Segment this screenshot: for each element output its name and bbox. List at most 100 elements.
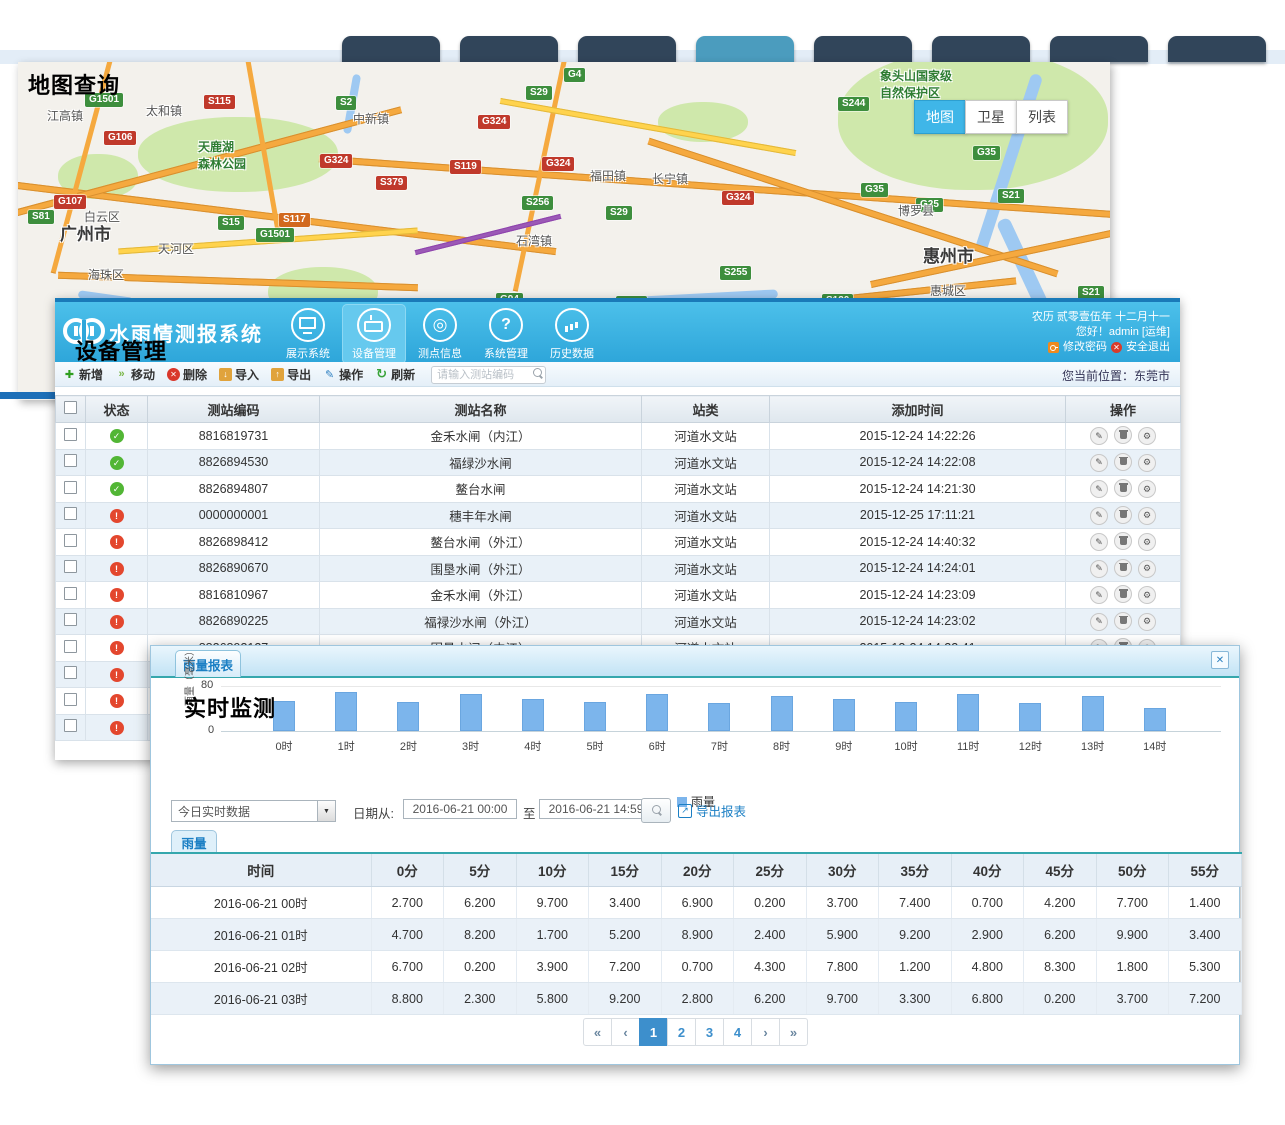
name-cell: 福绿沙水闸 — [320, 449, 642, 476]
added-cell: 2015-12-25 17:11:21 — [770, 502, 1066, 529]
value-cell: 7.400 — [879, 887, 952, 919]
row-checkbox[interactable] — [64, 693, 77, 706]
x-tick-label: 14时 — [1143, 738, 1166, 754]
row-checkbox[interactable] — [64, 666, 77, 679]
toolbar-button-移动[interactable]: »移动 — [115, 366, 155, 383]
operations-cell: ✎⚙ — [1066, 582, 1181, 609]
row-checkbox[interactable] — [64, 428, 77, 441]
delete-icon: ✕ — [167, 368, 180, 381]
background-tab — [696, 36, 794, 62]
date-to-input[interactable] — [539, 799, 653, 819]
map-type-button[interactable]: 列表 — [1016, 100, 1068, 134]
status-error-icon: ! — [110, 562, 124, 576]
user-info: 农历 贰零壹伍年 十二月十一 您好！admin [运维] 修改密码 ✕ 安全退出 — [1032, 310, 1170, 355]
select-all-checkbox[interactable] — [64, 401, 77, 414]
row-checkbox[interactable] — [64, 587, 77, 600]
edit-icon[interactable]: ✎ — [1090, 454, 1108, 472]
range-select[interactable]: 今日实时数据 ▼ — [171, 800, 336, 822]
operate-icon: ✎ — [323, 368, 336, 381]
row-checkbox[interactable] — [64, 507, 77, 520]
edit-icon[interactable]: ✎ — [1090, 507, 1108, 525]
toolbar-button-导入[interactable]: ↓导入 — [219, 366, 259, 383]
edit-icon[interactable]: ✎ — [1090, 586, 1108, 604]
added-cell: 2015-12-24 14:23:09 — [770, 582, 1066, 609]
delete-icon[interactable] — [1114, 506, 1132, 524]
map-type-button[interactable]: 地图 — [914, 100, 966, 134]
nav-item-系统管理[interactable]: ?系统管理 — [474, 304, 538, 364]
settings-icon[interactable]: ⚙ — [1138, 454, 1156, 472]
settings-icon[interactable]: ⚙ — [1138, 586, 1156, 604]
delete-icon[interactable] — [1114, 453, 1132, 471]
pagination-arrow[interactable]: » — [779, 1018, 808, 1046]
tab-rainfall[interactable]: 雨量 — [171, 830, 217, 853]
edit-icon[interactable]: ✎ — [1090, 427, 1108, 445]
row-checkbox[interactable] — [64, 481, 77, 494]
type-cell: 河道水文站 — [642, 423, 770, 450]
pagination-arrow[interactable]: › — [751, 1018, 780, 1046]
delete-icon[interactable] — [1114, 612, 1132, 630]
toolbar-button-导出[interactable]: ↑导出 — [271, 366, 311, 383]
status-error-icon: ! — [110, 615, 124, 629]
settings-icon[interactable]: ⚙ — [1138, 613, 1156, 631]
pagination-page-4[interactable]: 4 — [723, 1018, 752, 1046]
road-shield: S115 — [204, 95, 235, 109]
row-checkbox[interactable] — [64, 454, 77, 467]
edit-icon[interactable]: ✎ — [1090, 533, 1108, 551]
toolbar-button-刷新[interactable]: ↻刷新 — [375, 366, 415, 383]
pagination-page-2[interactable]: 2 — [667, 1018, 696, 1046]
query-button[interactable] — [641, 798, 671, 823]
x-tick-label: 2时 — [400, 738, 417, 754]
edit-icon[interactable]: ✎ — [1090, 480, 1108, 498]
code-cell: 8816819731 — [148, 423, 320, 450]
delete-icon[interactable] — [1114, 532, 1132, 550]
station-search-input[interactable] — [431, 366, 546, 384]
delete-icon[interactable] — [1114, 559, 1132, 577]
background-tab — [342, 36, 440, 62]
settings-icon[interactable]: ⚙ — [1138, 427, 1156, 445]
toolbar-button-操作[interactable]: ✎操作 — [323, 366, 363, 383]
greeting: 您好！admin [运维] — [1032, 325, 1170, 340]
row-checkbox[interactable] — [64, 719, 77, 732]
value-cell: 5.200 — [589, 919, 662, 951]
chart-bar — [335, 692, 357, 731]
row-checkbox[interactable] — [64, 640, 77, 653]
row-checkbox[interactable] — [64, 534, 77, 547]
pagination-page-3[interactable]: 3 — [695, 1018, 724, 1046]
export-report-link[interactable]: ↗ 导出报表 — [678, 801, 746, 820]
row-select-cell — [56, 476, 86, 503]
logout-link[interactable]: 安全退出 — [1126, 340, 1170, 355]
nav-item-历史数据[interactable]: 历史数据 — [540, 304, 604, 364]
pagination-arrow[interactable]: « — [583, 1018, 612, 1046]
operations-cell: ✎⚙ — [1066, 423, 1181, 450]
delete-icon[interactable] — [1114, 426, 1132, 444]
toolbar-button-删除[interactable]: ✕删除 — [167, 366, 207, 383]
row-checkbox[interactable] — [64, 560, 77, 573]
settings-icon[interactable]: ⚙ — [1138, 507, 1156, 525]
nav-item-展示系统[interactable]: 展示系统 — [276, 304, 340, 364]
settings-icon[interactable]: ⚙ — [1138, 533, 1156, 551]
status-ok-icon: ✓ — [110, 482, 124, 496]
delete-icon[interactable] — [1114, 479, 1132, 497]
row-checkbox[interactable] — [64, 613, 77, 626]
delete-icon[interactable] — [1114, 585, 1132, 603]
column-header: 40分 — [951, 853, 1024, 887]
search-icon[interactable] — [533, 368, 542, 377]
edit-icon[interactable]: ✎ — [1090, 560, 1108, 578]
value-cell: 8.900 — [661, 919, 734, 951]
device-icon — [357, 308, 391, 342]
nav-item-测点信息[interactable]: ◎测点信息 — [408, 304, 472, 364]
operations-cell: ✎⚙ — [1066, 476, 1181, 503]
toolbar-button-新增[interactable]: ✚新增 — [63, 366, 103, 383]
change-password-link[interactable]: 修改密码 — [1063, 340, 1107, 355]
pagination-arrow[interactable]: ‹ — [611, 1018, 640, 1046]
settings-icon[interactable]: ⚙ — [1138, 480, 1156, 498]
edit-icon[interactable]: ✎ — [1090, 613, 1108, 631]
nav-item-设备管理[interactable]: 设备管理 — [342, 304, 406, 364]
close-icon[interactable]: ✕ — [1211, 651, 1229, 669]
settings-icon[interactable]: ⚙ — [1138, 560, 1156, 578]
map-type-button[interactable]: 卫星 — [965, 100, 1017, 134]
value-cell: 1.400 — [1169, 887, 1242, 919]
status-error-icon: ! — [110, 535, 124, 549]
pagination-page-1[interactable]: 1 — [639, 1018, 668, 1046]
date-from-input[interactable] — [403, 799, 517, 819]
